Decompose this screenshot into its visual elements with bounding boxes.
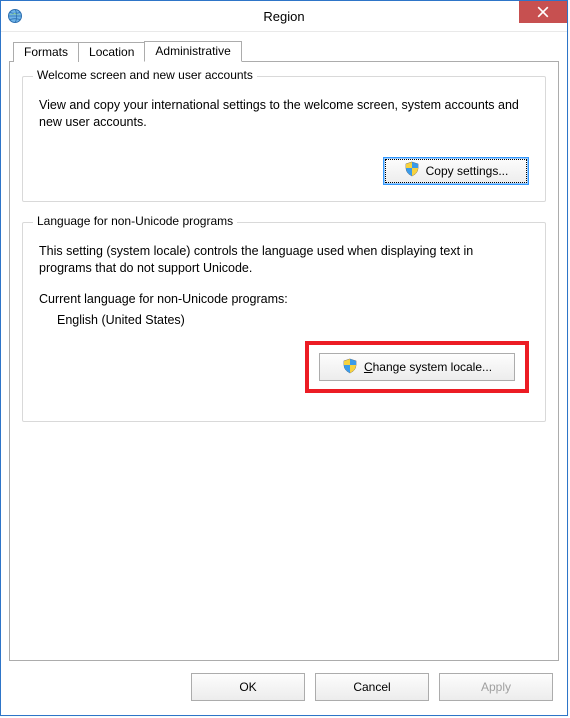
tab-formats[interactable]: Formats <box>13 42 79 62</box>
shield-icon <box>342 358 358 377</box>
tab-administrative[interactable]: Administrative <box>144 41 241 62</box>
tabpanel-administrative: Welcome screen and new user accounts Vie… <box>9 61 559 661</box>
shield-icon <box>404 161 420 180</box>
close-button[interactable] <box>519 1 567 23</box>
group-welcome-text: View and copy your international setting… <box>39 97 529 131</box>
copy-settings-button[interactable]: Copy settings... <box>383 157 529 185</box>
group-welcome-legend: Welcome screen and new user accounts <box>33 68 257 82</box>
current-language-label: Current language for non-Unicode program… <box>39 291 529 308</box>
apply-button[interactable]: Apply <box>439 673 553 701</box>
cancel-button[interactable]: Cancel <box>315 673 429 701</box>
region-dialog: Region Formats Location Administrative W… <box>0 0 568 716</box>
dialog-buttons: OK Cancel Apply <box>1 661 567 715</box>
instruction-highlight: Change system locale... <box>305 341 529 393</box>
copy-settings-label: Copy settings... <box>426 164 509 178</box>
change-system-locale-button[interactable]: Change system locale... <box>319 353 515 381</box>
group-welcome-screen: Welcome screen and new user accounts Vie… <box>22 76 546 202</box>
client-area: Formats Location Administrative Welcome … <box>1 32 567 661</box>
window-title: Region <box>1 9 567 24</box>
group-non-unicode-text: This setting (system locale) controls th… <box>39 243 529 277</box>
titlebar: Region <box>1 1 567 32</box>
group-non-unicode: Language for non-Unicode programs This s… <box>22 222 546 423</box>
ok-button[interactable]: OK <box>191 673 305 701</box>
close-icon <box>537 6 549 18</box>
tabstrip: Formats Location Administrative <box>13 40 559 61</box>
change-system-locale-label: Change system locale... <box>364 360 492 374</box>
current-language-value: English (United States) <box>57 313 529 327</box>
group-non-unicode-legend: Language for non-Unicode programs <box>33 214 237 228</box>
tab-location[interactable]: Location <box>78 42 145 62</box>
